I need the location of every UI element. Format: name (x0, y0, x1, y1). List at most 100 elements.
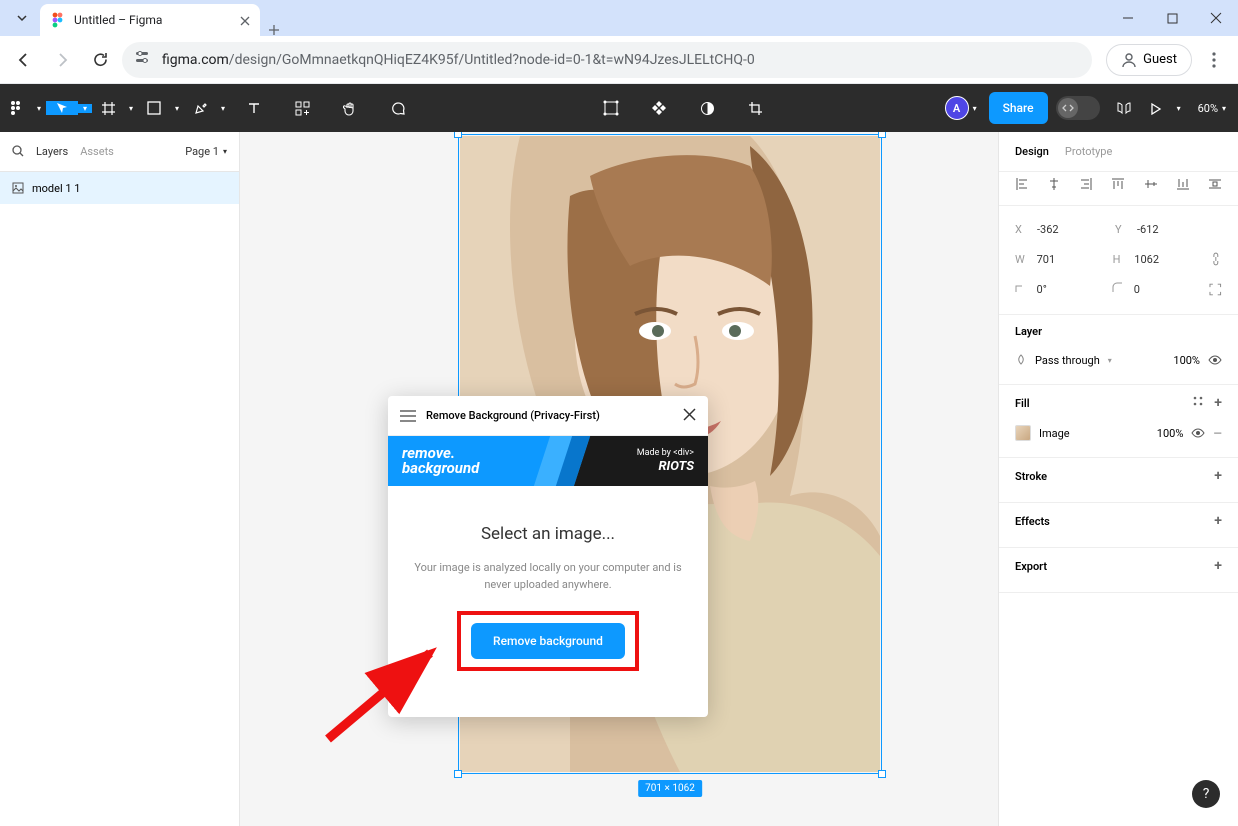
blend-mode-icon (1015, 354, 1027, 366)
present-button[interactable] (1140, 102, 1172, 115)
hand-tool-button[interactable] (326, 101, 374, 116)
independent-corners-icon[interactable] (1209, 283, 1222, 296)
help-button[interactable]: ? (1192, 780, 1220, 808)
window-maximize-button[interactable] (1150, 0, 1194, 36)
w-label: W (1015, 253, 1029, 266)
visibility-icon[interactable] (1208, 355, 1222, 365)
fill-type-label[interactable]: Image (1039, 427, 1070, 440)
canvas[interactable]: 701 × 1062 Remove Background (Privacy-Fi… (240, 132, 998, 826)
page-selector[interactable]: Page 1 ▾ (185, 145, 227, 158)
align-hcenter-icon[interactable] (1047, 177, 1061, 191)
frame-tool-button[interactable] (92, 101, 124, 116)
shape-tool-button[interactable] (138, 101, 170, 115)
pen-tool-button[interactable] (184, 101, 216, 116)
move-tool-chevron[interactable]: ▾ (78, 104, 92, 113)
h-label: H (1113, 253, 1127, 266)
nav-reload-button[interactable] (84, 44, 116, 76)
radius-input[interactable]: 0 (1134, 283, 1202, 296)
resources-button[interactable] (278, 101, 326, 116)
tab-assets[interactable]: Assets (80, 145, 114, 158)
y-input[interactable]: -612 (1137, 223, 1207, 236)
fill-style-icon[interactable] (1192, 395, 1204, 407)
resize-handle-tl[interactable] (454, 132, 462, 138)
constrain-proportions-icon[interactable] (1210, 252, 1222, 266)
annotation-highlight-box: Remove background (457, 611, 639, 671)
dev-mode-select-icon[interactable] (587, 100, 635, 116)
figma-menu-button[interactable] (0, 100, 32, 116)
align-top-icon[interactable] (1111, 177, 1125, 191)
new-tab-button[interactable] (260, 24, 288, 36)
window-close-button[interactable] (1194, 0, 1238, 36)
y-label: Y (1115, 223, 1129, 236)
tab-close-icon[interactable] (240, 11, 250, 30)
add-fill-button[interactable]: + (1214, 395, 1222, 411)
mask-icon[interactable] (683, 101, 731, 116)
remove-background-button[interactable]: Remove background (471, 623, 625, 659)
plugin-heading: Select an image... (406, 524, 690, 544)
resize-handle-tr[interactable] (878, 132, 886, 138)
dev-mode-toggle[interactable] (1056, 96, 1100, 120)
layer-opacity-input[interactable]: 100% (1173, 354, 1200, 367)
resize-handle-bl[interactable] (454, 770, 462, 778)
export-section-title: Export (1015, 560, 1047, 573)
tab-design[interactable]: Design (1015, 145, 1049, 158)
comment-tool-button[interactable] (374, 101, 422, 116)
h-input[interactable]: 1062 (1134, 253, 1202, 266)
crop-icon[interactable] (731, 101, 779, 116)
blend-mode-select[interactable]: Pass through (1035, 354, 1100, 367)
add-effect-button[interactable]: + (1214, 513, 1222, 529)
plugin-title: Remove Background (Privacy-First) (426, 409, 673, 422)
menu-chevron-icon[interactable]: ▾ (32, 104, 46, 113)
share-button[interactable]: Share (989, 92, 1048, 124)
add-export-button[interactable]: + (1214, 558, 1222, 574)
align-bottom-icon[interactable] (1176, 177, 1190, 191)
fill-opacity-input[interactable]: 100% (1157, 427, 1184, 440)
guest-profile-chip[interactable]: Guest (1106, 44, 1192, 76)
tab-dropdown[interactable] (4, 4, 40, 32)
browser-menu-button[interactable] (1198, 44, 1230, 76)
align-vcenter-icon[interactable] (1144, 177, 1158, 191)
frame-tool-chevron[interactable]: ▾ (124, 104, 138, 113)
window-minimize-button[interactable] (1106, 0, 1150, 36)
zoom-control[interactable]: 60%▾ (1186, 102, 1238, 115)
tab-layers[interactable]: Layers (36, 145, 68, 158)
present-chevron[interactable]: ▾ (1172, 104, 1186, 113)
align-right-icon[interactable] (1079, 177, 1093, 191)
rotation-input[interactable]: 0° (1037, 283, 1105, 296)
fill-visibility-icon[interactable] (1191, 428, 1205, 438)
component-icon[interactable] (635, 100, 683, 116)
search-icon[interactable] (12, 142, 24, 161)
fill-swatch[interactable] (1015, 425, 1031, 441)
layer-section-title: Layer (1015, 325, 1042, 338)
guest-label: Guest (1143, 52, 1177, 67)
remove-fill-button[interactable]: — (1213, 427, 1222, 440)
user-avatar[interactable]: A (945, 96, 969, 120)
x-label: X (1015, 223, 1029, 236)
radius-icon (1112, 282, 1126, 296)
add-stroke-button[interactable]: + (1214, 468, 1222, 484)
align-left-icon[interactable] (1015, 177, 1029, 191)
pen-tool-chevron[interactable]: ▾ (216, 104, 230, 113)
distribute-icon[interactable] (1208, 177, 1222, 191)
x-input[interactable]: -362 (1037, 223, 1107, 236)
layer-item[interactable]: model 1 1 (0, 172, 239, 204)
image-layer-icon (12, 182, 24, 194)
w-input[interactable]: 701 (1037, 253, 1105, 266)
code-icon (1058, 98, 1078, 118)
library-icon[interactable] (1108, 101, 1140, 115)
nav-back-button[interactable] (8, 44, 40, 76)
rotation-icon (1015, 282, 1029, 296)
browser-tab[interactable]: Untitled – Figma (40, 4, 260, 36)
site-settings-icon[interactable] (136, 51, 152, 69)
resize-handle-br[interactable] (878, 770, 886, 778)
shape-tool-chevron[interactable]: ▾ (170, 104, 184, 113)
nav-forward-button[interactable] (46, 44, 78, 76)
person-icon (1121, 52, 1137, 68)
tab-prototype[interactable]: Prototype (1065, 145, 1112, 158)
move-tool-button[interactable] (46, 101, 78, 115)
plugin-close-button[interactable] (683, 406, 696, 425)
text-tool-button[interactable] (230, 101, 278, 115)
url-bar[interactable]: figma.com/design/GoMmnaetkqnQHiqEZ4K95f/… (122, 42, 1092, 78)
plugin-banner: remove.background Made by <div>RIOTS (388, 436, 708, 486)
plugin-description: Your image is analyzed locally on your c… (406, 560, 690, 593)
